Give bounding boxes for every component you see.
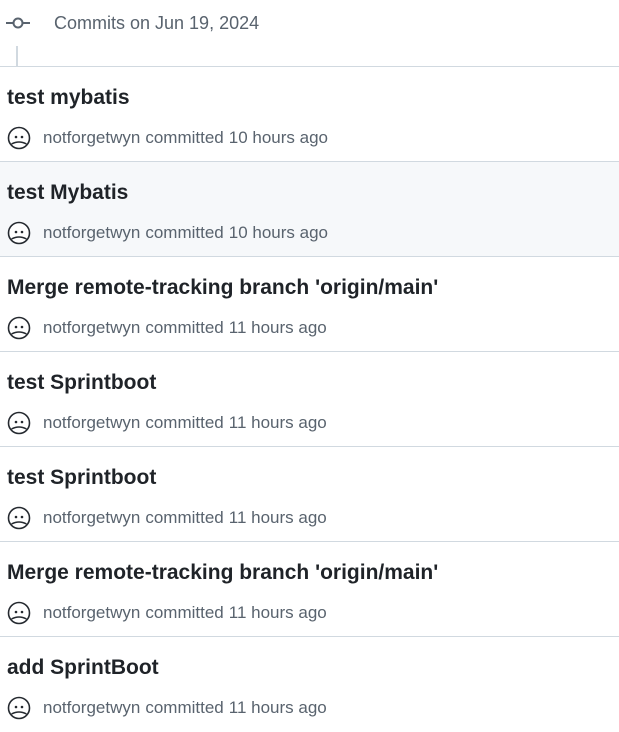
- commit-meta: notforgetwyn committed 11 hours ago: [7, 694, 327, 722]
- commit-time[interactable]: 10 hours ago: [229, 223, 328, 243]
- commit-author-link[interactable]: notforgetwyn: [43, 508, 140, 528]
- commit-time[interactable]: 11 hours ago: [229, 508, 327, 528]
- user-avatar-icon[interactable]: [7, 696, 31, 720]
- commit-title-link[interactable]: test Mybatis: [7, 179, 128, 207]
- commit-row[interactable]: Merge remote-tracking branch 'origin/mai…: [0, 257, 619, 352]
- commit-action: committed: [145, 223, 224, 242]
- commit-action: committed: [145, 128, 224, 147]
- commit-title-link[interactable]: Merge remote-tracking branch 'origin/mai…: [7, 274, 438, 302]
- commit-list: test mybatis notforgetwyn committed 10 h…: [0, 67, 619, 732]
- commit-row[interactable]: test mybatis notforgetwyn committed 10 h…: [0, 67, 619, 162]
- commit-time[interactable]: 11 hours ago: [229, 318, 327, 338]
- commit-title-link[interactable]: add SprintBoot: [7, 654, 159, 682]
- commit-time[interactable]: 11 hours ago: [229, 698, 327, 718]
- timeline-line: [16, 46, 18, 67]
- commit-group-date: Commits on Jun 19, 2024: [54, 13, 260, 33]
- commit-title-link[interactable]: test mybatis: [7, 84, 130, 112]
- commit-action: committed: [145, 508, 224, 527]
- user-avatar-icon[interactable]: [7, 411, 31, 435]
- commit-row[interactable]: test Sprintboot notforgetwyn committed 1…: [0, 352, 619, 447]
- commit-meta: notforgetwyn committed 11 hours ago: [7, 409, 327, 437]
- commit-author-link[interactable]: notforgetwyn: [43, 603, 140, 623]
- commit-meta: notforgetwyn committed 11 hours ago: [7, 599, 327, 627]
- commit-action: committed: [145, 603, 224, 622]
- user-avatar-icon[interactable]: [7, 221, 31, 245]
- commit-group-header: Commits on Jun 19, 2024: [0, 0, 619, 67]
- commit-row[interactable]: test Sprintboot notforgetwyn committed 1…: [0, 447, 619, 542]
- git-commit-icon: [6, 17, 30, 29]
- commit-row[interactable]: add SprintBoot notforgetwyn committed 11…: [0, 637, 619, 732]
- commit-author-link[interactable]: notforgetwyn: [43, 318, 140, 338]
- commit-action: committed: [145, 318, 224, 337]
- commit-action: committed: [145, 413, 224, 432]
- commit-meta: notforgetwyn committed 11 hours ago: [7, 504, 327, 532]
- user-avatar-icon[interactable]: [7, 316, 31, 340]
- commit-time[interactable]: 11 hours ago: [229, 413, 327, 433]
- user-avatar-icon[interactable]: [7, 506, 31, 530]
- commit-title-link[interactable]: test Sprintboot: [7, 464, 156, 492]
- commit-title-link[interactable]: test Sprintboot: [7, 369, 156, 397]
- commit-author-link[interactable]: notforgetwyn: [43, 698, 140, 718]
- commit-author-link[interactable]: notforgetwyn: [43, 413, 140, 433]
- commit-row[interactable]: test Mybatis notforgetwyn committed 10 h…: [0, 162, 619, 257]
- commit-author-link[interactable]: notforgetwyn: [43, 223, 140, 243]
- commit-title-link[interactable]: Merge remote-tracking branch 'origin/mai…: [7, 559, 438, 587]
- commit-author-link[interactable]: notforgetwyn: [43, 128, 140, 148]
- commit-time[interactable]: 10 hours ago: [229, 128, 328, 148]
- commit-meta: notforgetwyn committed 10 hours ago: [7, 219, 328, 247]
- commit-time[interactable]: 11 hours ago: [229, 603, 327, 623]
- user-avatar-icon[interactable]: [7, 601, 31, 625]
- commit-action: committed: [145, 698, 224, 717]
- commit-meta: notforgetwyn committed 11 hours ago: [7, 314, 327, 342]
- user-avatar-icon[interactable]: [7, 126, 31, 150]
- commit-meta: notforgetwyn committed 10 hours ago: [7, 124, 328, 152]
- commit-row[interactable]: Merge remote-tracking branch 'origin/mai…: [0, 542, 619, 637]
